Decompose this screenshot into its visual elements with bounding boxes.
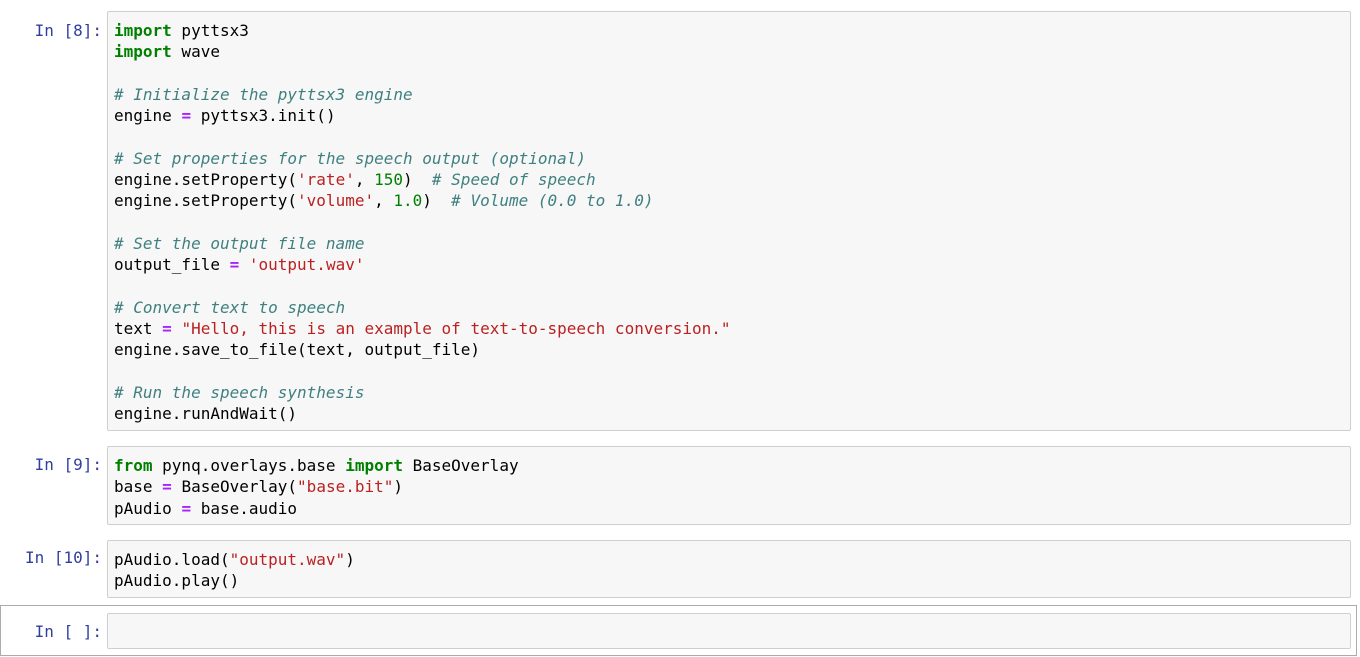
code-token: # Initialize the pyttsx3 engine xyxy=(114,84,413,104)
code-token: pynq.overlays.base xyxy=(152,456,346,475)
code-cell-9[interactable]: In [9]: from pynq.overlays.base import B… xyxy=(0,440,1360,530)
code-text[interactable]: from pynq.overlays.base import BaseOverl… xyxy=(114,455,519,519)
code-token: ) xyxy=(393,477,404,497)
code-cell-empty[interactable]: In [ ]: xyxy=(0,605,1360,656)
code-token: # Convert text to speech xyxy=(114,297,346,317)
code-token: engine.runAndWait() xyxy=(114,404,298,424)
code-token: wave xyxy=(171,42,220,62)
code-token: = xyxy=(162,477,172,497)
code-token: = xyxy=(162,319,172,339)
code-editor[interactable]: from pynq.overlays.base import BaseOverl… xyxy=(107,446,1351,525)
code-token: 'output.wav' xyxy=(248,255,365,275)
code-token: engine.setProperty( xyxy=(114,191,298,211)
code-token: base xyxy=(114,477,163,497)
code-token: 'rate' xyxy=(297,170,355,190)
code-token: import xyxy=(114,42,172,62)
cell-prompt: In [ ]: xyxy=(34,622,102,641)
code-token: from xyxy=(114,456,153,475)
code-token: 150 xyxy=(374,170,403,190)
code-line: # Run the speech synthesis xyxy=(114,382,731,403)
code-token: pyttsx3.init() xyxy=(191,106,336,126)
code-token: # Set properties for the speech output (… xyxy=(114,148,587,168)
code-editor[interactable] xyxy=(107,613,1351,649)
code-token: engine.save_to_file(text, output_file) xyxy=(114,340,481,360)
code-token: # Run the speech synthesis xyxy=(114,383,365,403)
code-token: pAudio.play() xyxy=(114,571,240,591)
code-cell-10[interactable]: In [10]: pAudio.load("output.wav") pAudio… xyxy=(0,530,1360,602)
code-line: import wave xyxy=(114,41,731,62)
code-token: # Volume (0.0 to 1.0) xyxy=(451,191,654,211)
code-token: engine.setProperty( xyxy=(114,170,298,190)
code-token: text xyxy=(114,319,163,339)
code-token: 'volume' xyxy=(297,191,375,211)
code-token: output_file xyxy=(114,255,230,275)
code-line: text = "Hello, this is an example of tex… xyxy=(114,318,731,339)
code-token: pAudio xyxy=(114,498,182,518)
code-token: ) xyxy=(345,550,355,569)
code-token: , xyxy=(374,191,394,211)
code-token: BaseOverlay xyxy=(402,456,519,475)
code-token: "Hello, this is an example of text-to-sp… xyxy=(181,319,731,339)
code-line: # Convert text to speech xyxy=(114,297,731,318)
cell-prompt: In [10]: xyxy=(24,548,102,567)
code-token: # Set the output file name xyxy=(114,233,365,253)
cell-prompt: In [9]: xyxy=(34,455,102,474)
code-token: base.audio xyxy=(191,498,298,518)
code-text[interactable]: import pyttsx3 import wave # Initialize th… xyxy=(114,20,731,425)
code-line: pAudio.play() xyxy=(114,570,355,591)
code-line: engine = pyttsx3.init() xyxy=(114,105,731,126)
code-line: base = BaseOverlay("base.bit") xyxy=(114,476,519,497)
code-line: engine.runAndWait() xyxy=(114,403,731,424)
code-token: = xyxy=(181,498,192,518)
code-line: pAudio = base.audio xyxy=(114,498,519,519)
code-line: engine.save_to_file(text, output_file) xyxy=(114,339,731,360)
code-editor[interactable]: pAudio.load("output.wav") pAudio.play() xyxy=(107,540,1351,598)
code-editor[interactable]: import pyttsx3 import wave # Initialize th… xyxy=(107,11,1351,431)
code-line: # Set the output file name xyxy=(114,233,731,254)
code-token: engine xyxy=(114,106,182,126)
code-token: 1.0 xyxy=(393,191,423,211)
code-line: # Initialize the pyttsx3 engine xyxy=(114,84,731,105)
cell-prompt: In [8]: xyxy=(34,21,102,40)
code-token: = xyxy=(229,255,240,275)
code-line: output_file = 'output.wav' xyxy=(114,254,731,275)
code-cell-8[interactable]: In [8]: import pyttsx3 import wave # Initi… xyxy=(0,0,1360,440)
code-token: import xyxy=(345,456,403,475)
code-text[interactable]: pAudio.load("output.wav") pAudio.play() xyxy=(114,549,355,592)
code-line: # Set properties for the speech output (… xyxy=(114,148,731,169)
code-line: from pynq.overlays.base import BaseOverl… xyxy=(114,455,519,476)
code-token: "output.wav" xyxy=(229,550,346,569)
code-line: pAudio.load("output.wav") xyxy=(114,549,355,570)
code-line: engine.setProperty('rate', 150) # Speed … xyxy=(114,169,731,190)
code-token: BaseOverlay( xyxy=(171,477,298,497)
code-token: import xyxy=(114,21,172,40)
code-token: pyttsx3 xyxy=(171,21,249,40)
code-token: # Speed of speech xyxy=(431,170,596,190)
code-token: , xyxy=(354,170,375,190)
code-token: pAudio.load( xyxy=(114,550,230,569)
code-line: import pyttsx3 xyxy=(114,20,731,41)
code-token: = xyxy=(181,106,192,126)
code-token: ) xyxy=(403,170,432,190)
code-line: engine.setProperty('volume', 1.0) # Volu… xyxy=(114,190,731,211)
code-token: "base.bit" xyxy=(297,477,394,497)
code-token: ) xyxy=(422,191,452,211)
